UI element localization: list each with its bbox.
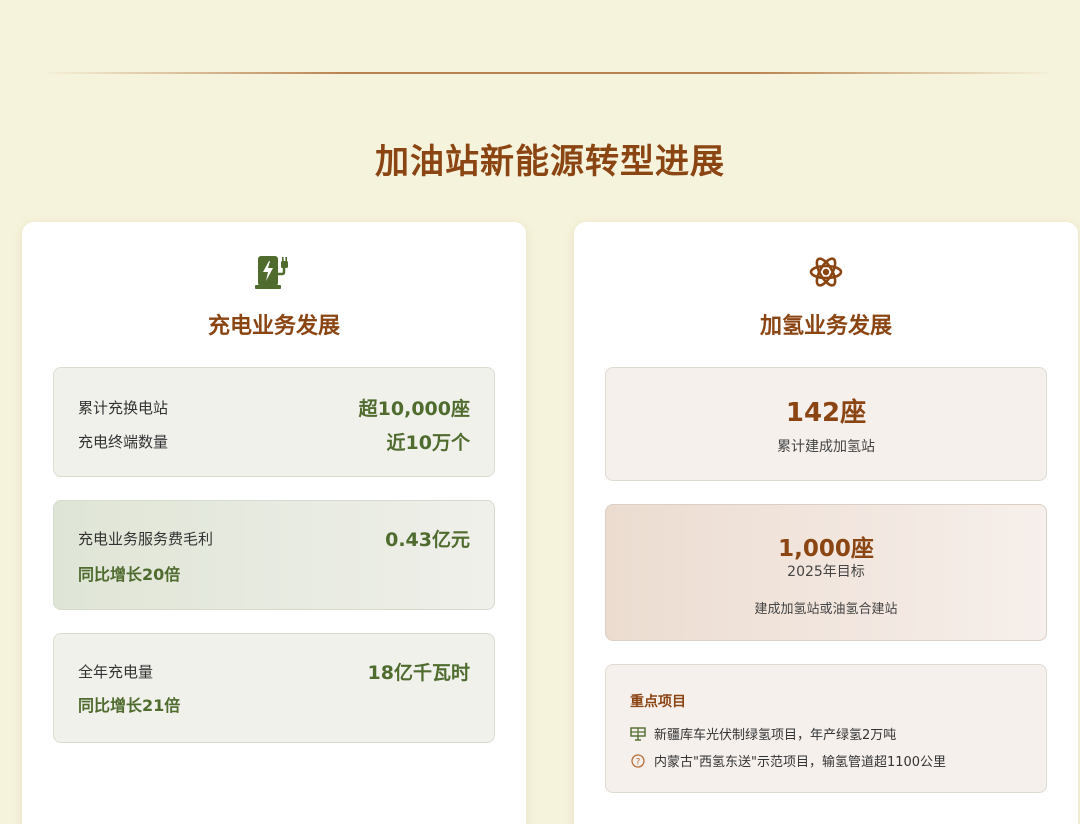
stations-value: 超10,000座: [358, 398, 470, 420]
hydrogen-title: 加氢业务发展: [759, 313, 892, 339]
energy-value: 18亿千瓦时: [367, 662, 470, 684]
charging-title: 充电业务发展: [207, 313, 340, 339]
project-text: 新疆库车光伏制绿氢项目，年产绿氢2万吨: [654, 728, 897, 743]
project-item: 新疆库车光伏制绿氢项目，年产绿氢2万吨: [630, 724, 896, 743]
hydrogen-card: 加氢业务发展 142座 累计建成加氢站 1,000座 2025年目标 建成加氢站…: [574, 222, 1078, 824]
energy-label: 全年充电量: [78, 663, 154, 681]
project-text: 内蒙古"西氢东送"示范项目，输氢管道超1100公里: [654, 755, 947, 770]
profit-growth: 同比增长20倍: [78, 565, 181, 584]
top-divider: [40, 72, 1056, 74]
hydrogen-target-box: 1,000座 2025年目标 建成加氢站或油氢合建站: [605, 504, 1047, 641]
key-projects-box: 重点项目 新疆库车光伏制绿氢项目，年产绿氢2万吨 ? 内蒙古"西氢东送"示范项目…: [605, 664, 1047, 793]
project-item: ? 内蒙古"西氢东送"示范项目，输氢管道超1100公里: [630, 751, 946, 770]
stations-label: 累计充换电站: [78, 399, 169, 417]
solar-panel-icon: [630, 726, 646, 742]
question-circle-icon: ?: [630, 753, 646, 769]
charging-card: 充电业务发展 累计充换电站 超10,000座 充电终端数量 近10万个 充电业务…: [22, 222, 526, 824]
target-value: 1,000座: [778, 536, 874, 562]
ev-charging-station-icon: [22, 252, 526, 292]
atom-icon: [574, 252, 1078, 292]
terminals-value: 近10万个: [386, 432, 470, 454]
target-desc: 建成加氢站或油氢合建站: [754, 602, 898, 617]
charging-profit-box: 充电业务服务费毛利 0.43亿元 同比增长20倍: [53, 500, 495, 610]
built-value: 142座: [785, 398, 867, 428]
svg-text:?: ?: [636, 757, 641, 767]
page-title: 加油站新能源转型进展: [375, 142, 725, 182]
projects-title: 重点项目: [630, 694, 686, 710]
charging-energy-box: 全年充电量 18亿千瓦时 同比增长21倍: [53, 633, 495, 743]
terminals-label: 充电终端数量: [78, 433, 169, 451]
charging-stations-box: 累计充换电站 超10,000座 充电终端数量 近10万个: [53, 367, 495, 477]
energy-growth: 同比增长21倍: [78, 696, 181, 715]
profit-value: 0.43亿元: [385, 529, 470, 551]
built-label: 累计建成加氢站: [777, 439, 875, 455]
hydrogen-built-box: 142座 累计建成加氢站: [605, 367, 1047, 481]
profit-label: 充电业务服务费毛利: [78, 530, 214, 548]
target-label: 2025年目标: [787, 564, 865, 580]
